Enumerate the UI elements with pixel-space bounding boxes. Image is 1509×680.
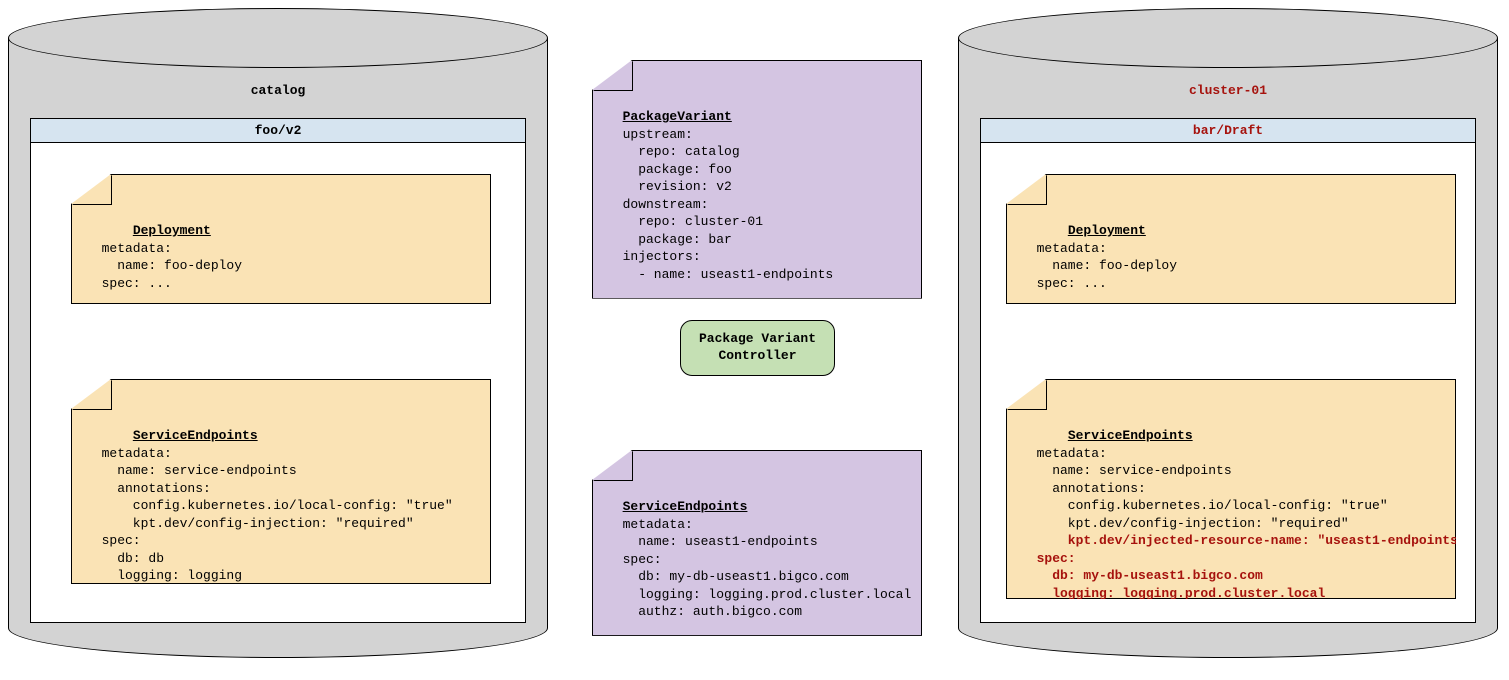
controller-line1: Package Variant [699,331,816,346]
center-service-endpoints-title: ServiceEndpoints [623,499,748,514]
service-endpoints-note-right: ServiceEndpoints metadata: name: service… [1006,379,1456,599]
cluster-01-cylinder: cluster-01 bar/Draft Deployment metadata… [958,8,1498,658]
package-variant-controller: Package Variant Controller [680,320,835,376]
package-variant-note: PackageVariant upstream: repo: catalog p… [592,60,922,299]
package-header: foo/v2 [31,119,525,143]
deployment-body-right: metadata: name: foo-deploy spec: ... [1021,241,1177,291]
service-endpoints-title: ServiceEndpoints [133,428,258,443]
deployment-note-right: Deployment metadata: name: foo-deploy sp… [1006,174,1456,304]
center-service-endpoints-note: ServiceEndpoints metadata: name: useast1… [592,450,922,636]
package-foo-v2: foo/v2 Deployment metadata: name: foo-de… [30,118,526,623]
service-endpoints-body: metadata: name: service-endpoints annota… [86,446,453,601]
catalog-cylinder: catalog foo/v2 Deployment metadata: name… [8,8,548,658]
deployment-title-right: Deployment [1068,223,1146,238]
package-variant-title: PackageVariant [623,109,732,124]
service-endpoints-body-red: kpt.dev/injected-resource-name: "useast1… [1021,533,1466,618]
deployment-note: Deployment metadata: name: foo-deploy sp… [71,174,491,304]
service-endpoints-note: ServiceEndpoints metadata: name: service… [71,379,491,584]
controller-line2: Controller [719,348,797,363]
service-endpoints-body-plain: metadata: name: service-endpoints annota… [1021,446,1388,531]
catalog-title: catalog [8,83,548,98]
cylinder-top [958,8,1498,68]
deployment-body: metadata: name: foo-deploy spec: ... [86,241,242,291]
deployment-title: Deployment [133,223,211,238]
center-service-endpoints-body: metadata: name: useast1-endpoints spec: … [607,517,911,620]
package-header: bar/Draft [981,119,1475,143]
package-bar-draft: bar/Draft Deployment metadata: name: foo… [980,118,1476,623]
cluster-01-title: cluster-01 [958,83,1498,98]
service-endpoints-title-right: ServiceEndpoints [1068,428,1193,443]
cylinder-top [8,8,548,68]
package-variant-body: upstream: repo: catalog package: foo rev… [607,127,833,282]
